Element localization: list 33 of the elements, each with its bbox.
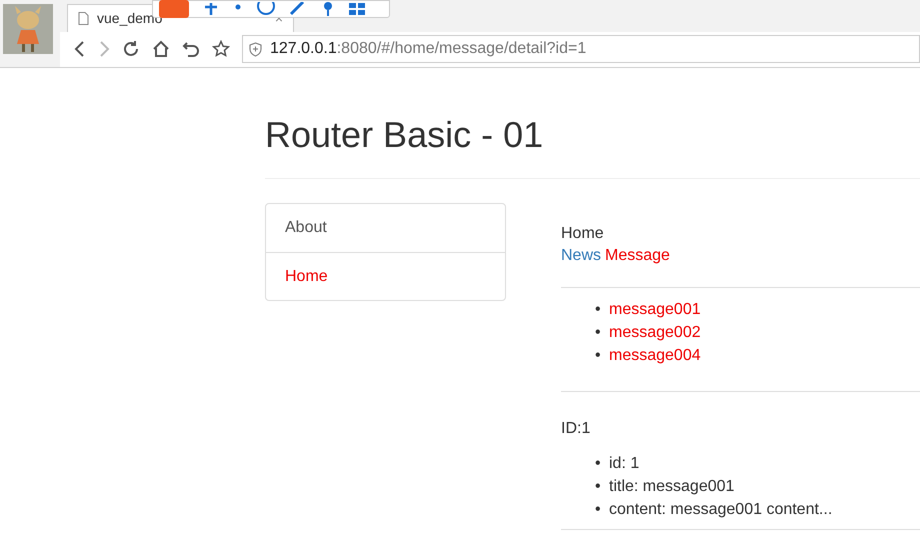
- bullet: •: [595, 477, 602, 497]
- section-heading: Home: [561, 224, 605, 244]
- pen-icon: [289, 2, 307, 16]
- grid-icon: [349, 3, 365, 15]
- sidebar-item[interactable]: About: [266, 204, 505, 252]
- sidebar-item[interactable]: Home: [266, 252, 505, 300]
- bullet: •: [595, 323, 602, 343]
- bullet: •: [595, 500, 602, 520]
- nav-link[interactable]: News: [561, 245, 602, 267]
- message-link[interactable]: message004: [609, 344, 701, 367]
- detail-field: content: message001 content...: [609, 498, 832, 521]
- home-icon[interactable]: [152, 40, 170, 58]
- star-icon[interactable]: [212, 40, 230, 58]
- page-icon: [78, 12, 89, 25]
- bullet: •: [595, 346, 602, 366]
- page-title: Router Basic - 01: [265, 114, 544, 156]
- undo-icon[interactable]: [182, 40, 200, 58]
- reload-icon[interactable]: [122, 40, 140, 58]
- bullet: •: [595, 300, 602, 320]
- nav-link[interactable]: Message: [605, 245, 670, 267]
- back-icon[interactable]: [74, 41, 86, 58]
- plus-icon: [203, 3, 219, 15]
- bullet: •: [595, 454, 602, 474]
- message-link[interactable]: message002: [609, 321, 701, 344]
- detail-field: id: 1: [609, 452, 640, 475]
- shield-icon: [249, 42, 262, 57]
- message-link[interactable]: message001: [609, 298, 701, 321]
- tab-title: vue_demo: [97, 8, 162, 28]
- detail-field: title: message001: [609, 475, 734, 498]
- url-path: :8080/#/home/message/detail?id=1: [336, 40, 586, 58]
- detail-heading: ID:1: [561, 419, 592, 439]
- address-bar[interactable]: 127.0.0.1:8080/#/home/message/detail?id=1: [242, 35, 920, 64]
- url-host: 127.0.0.1: [270, 40, 337, 58]
